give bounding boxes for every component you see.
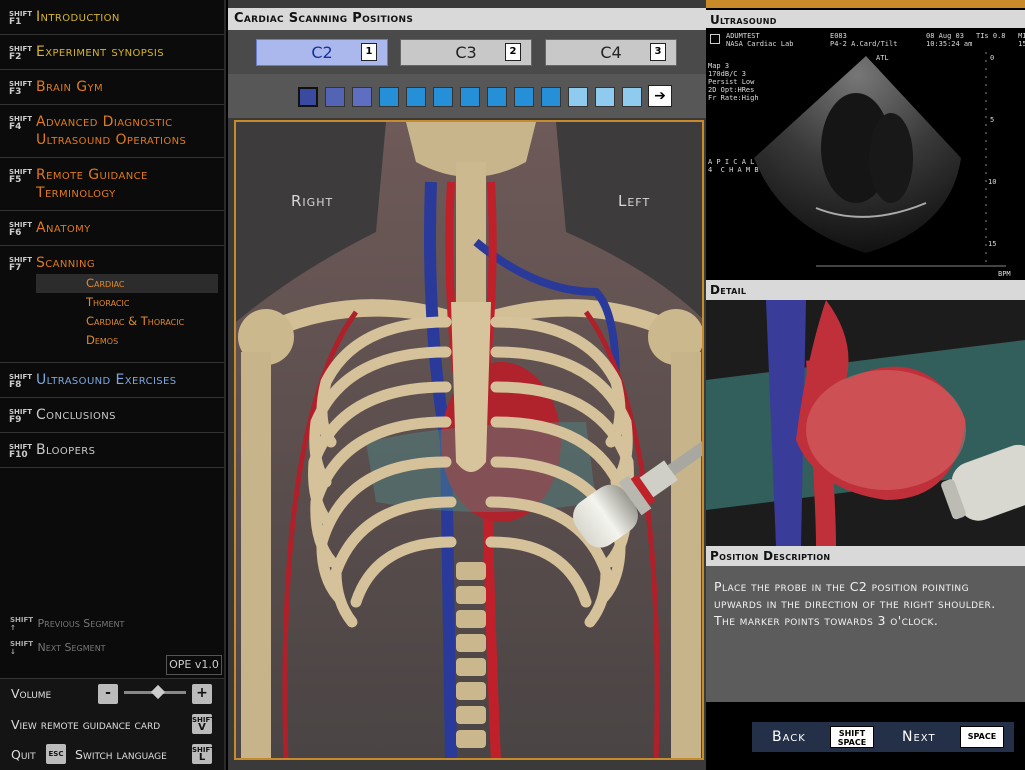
shift-key-label: SHIFT F6 [9, 221, 33, 238]
frame-2[interactable] [325, 87, 345, 107]
frame-13[interactable] [622, 87, 642, 107]
us-bpm: BPM [998, 270, 1011, 278]
skeleton-illustration [236, 122, 702, 758]
menu-item-introduction[interactable]: SHIFT F1 Introduction [0, 0, 224, 35]
next-segment-label: Next Segment [37, 641, 106, 654]
sidebar: SHIFT F1 Introduction SHIFT F2 Experiment syn… [0, 0, 226, 770]
tab-c4[interactable]: C4 3 [545, 39, 677, 66]
menu-item-anatomy[interactable]: SHIFT F6 Anatomy [0, 211, 224, 246]
volume-label: Volume [11, 686, 52, 701]
version-label: OPE v1.0 [166, 655, 222, 675]
menu-item-label: Experiment synopsis [36, 44, 165, 60]
tab-c4-key: 3 [650, 43, 666, 61]
submenu-item-thoracic[interactable]: Thoracic [36, 293, 218, 312]
shift-key-label: SHIFT F1 [9, 10, 33, 27]
frame-4[interactable] [379, 87, 399, 107]
menu-item-remote-guidance[interactable]: SHIFT F5 Remote Guidance Terminology [0, 158, 224, 211]
shift-key-label: SHIFT F9 [9, 408, 33, 425]
position-description-text: Place the probe in the C2 position point… [706, 566, 1025, 702]
shift-key-label: SHIFT F10 [9, 443, 33, 460]
menu-item-conclusions[interactable]: SHIFT F9 Conclusions [0, 398, 224, 433]
detail-view [706, 300, 1025, 546]
menu-item-label: Conclusions [36, 407, 116, 423]
submenu-item-cardiac-thoracic-demos[interactable]: Cardiac & Thoracic Demos [36, 312, 218, 350]
frame-1[interactable] [298, 87, 318, 107]
ultrasound-view: ADUMTEST NASA Cardiac Lab E083 P4-2 A.Ca… [706, 28, 1025, 280]
next-key[interactable]: SPACE [960, 726, 1004, 748]
right-side-label: Right [291, 192, 334, 210]
navigation-area: Back SHIFT SPACE Next SPACE [706, 702, 1025, 770]
next-segment[interactable]: SHIFT ↓ Next Segment [10, 640, 106, 656]
us-scale-0: 0 [990, 54, 995, 62]
menu-item-label: Introduction [36, 9, 120, 25]
tab-c2-key: 1 [361, 43, 377, 61]
center-panel: Cardiac Scanning Positions C2 1 C3 2 C4 3 ➔ [228, 0, 706, 770]
next-button[interactable]: Next [902, 722, 936, 752]
navigation-bar: Back SHIFT SPACE Next SPACE [752, 722, 1014, 752]
switch-language-label[interactable]: Switch language [75, 747, 167, 762]
menu-item-ultrasound-exercises[interactable]: SHIFT F8 Ultrasound Exercises [0, 363, 224, 398]
volume-down-button[interactable]: - [98, 684, 118, 704]
menu-item-bloopers[interactable]: SHIFT F10 Bloopers [0, 433, 224, 468]
scanning-submenu: Cardiac Thoracic Cardiac & Thoracic Demos [36, 272, 218, 354]
volume-up-button[interactable]: + [192, 684, 212, 704]
main-menu: SHIFT F1 Introduction SHIFT F2 Experiment syn… [0, 0, 224, 468]
menu-item-label: Remote Guidance Terminology [36, 167, 148, 201]
esc-key[interactable]: ESC [46, 744, 66, 764]
position-description-title: Position Description [706, 546, 1025, 566]
shift-key-label: SHIFT F3 [9, 80, 33, 97]
frame-strip: ➔ [228, 74, 706, 118]
frame-5[interactable] [406, 87, 426, 107]
shift-key-label: SHIFT F8 [9, 373, 33, 390]
us-scale-10: 10 [988, 178, 997, 186]
back-button[interactable]: Back [772, 722, 806, 752]
heart-detail-image [706, 300, 1025, 546]
language-key[interactable]: SHIFT L [192, 744, 215, 764]
shift-key-label: SHIFT F2 [9, 45, 33, 62]
previous-segment[interactable]: SHIFT ↑ Previous Segment [10, 616, 124, 632]
shift-key-label: SHIFT F4 [9, 115, 33, 132]
menu-item-scanning[interactable]: SHIFT F7 Scanning Cardiac Thoracic Cardiac & … [0, 246, 224, 363]
menu-item-label: Brain Gym [36, 79, 104, 95]
submenu-item-cardiac[interactable]: Cardiac [36, 274, 218, 293]
us-scale-15: 15 [988, 240, 997, 248]
tab-c3[interactable]: C3 2 [400, 39, 532, 66]
right-panel: Ultrasound ADUMTEST NASA Cardiac Lab E08… [706, 8, 1025, 770]
menu-item-brain-gym[interactable]: SHIFT F3 Brain Gym [0, 70, 224, 105]
frame-11[interactable] [568, 87, 588, 107]
center-title: Cardiac Scanning Positions [228, 8, 706, 30]
frame-6[interactable] [433, 87, 453, 107]
shift-key-label: SHIFT F7 [9, 256, 33, 273]
frame-10[interactable] [541, 87, 561, 107]
view-guidance-card-label[interactable]: View remote guidance card [11, 717, 160, 732]
frame-7[interactable] [460, 87, 480, 107]
menu-item-label: Ultrasound Exercises [36, 372, 177, 388]
ultrasound-title: Ultrasound [706, 10, 1025, 30]
menu-item-label: Advanced Diagnostic Ultrasound Operations [36, 114, 187, 148]
guidance-key[interactable]: SHIFT V [192, 714, 215, 734]
ultrasound-image [754, 52, 1006, 267]
next-frame-button[interactable]: ➔ [648, 85, 672, 107]
detail-title: Detail [706, 280, 1025, 300]
menu-item-label: Scanning [36, 255, 96, 271]
menu-item-advanced-diagnostic[interactable]: SHIFT F4 Advanced Diagnostic Ultrasound Ope… [0, 105, 224, 158]
shift-key-label: SHIFT F5 [9, 168, 33, 185]
tab-c2[interactable]: C2 1 [256, 39, 388, 66]
tab-c3-key: 2 [505, 43, 521, 61]
position-tabs: C2 1 C3 2 C4 3 [228, 30, 706, 74]
frame-12[interactable] [595, 87, 615, 107]
menu-item-label: Anatomy [36, 220, 91, 236]
us-scale-5: 5 [990, 116, 995, 124]
menu-item-experiment-synopsis[interactable]: SHIFT F2 Experiment synopsis [0, 35, 224, 70]
frame-3[interactable] [352, 87, 372, 107]
frame-8[interactable] [487, 87, 507, 107]
quit-label[interactable]: Quit [11, 747, 36, 762]
left-side-label: Left [618, 192, 651, 210]
previous-segment-label: Previous Segment [37, 617, 125, 630]
back-key[interactable]: SHIFT SPACE [830, 726, 874, 748]
torso-illustration: Right Left [234, 120, 704, 760]
frame-9[interactable] [514, 87, 534, 107]
menu-item-label: Bloopers [36, 442, 96, 458]
